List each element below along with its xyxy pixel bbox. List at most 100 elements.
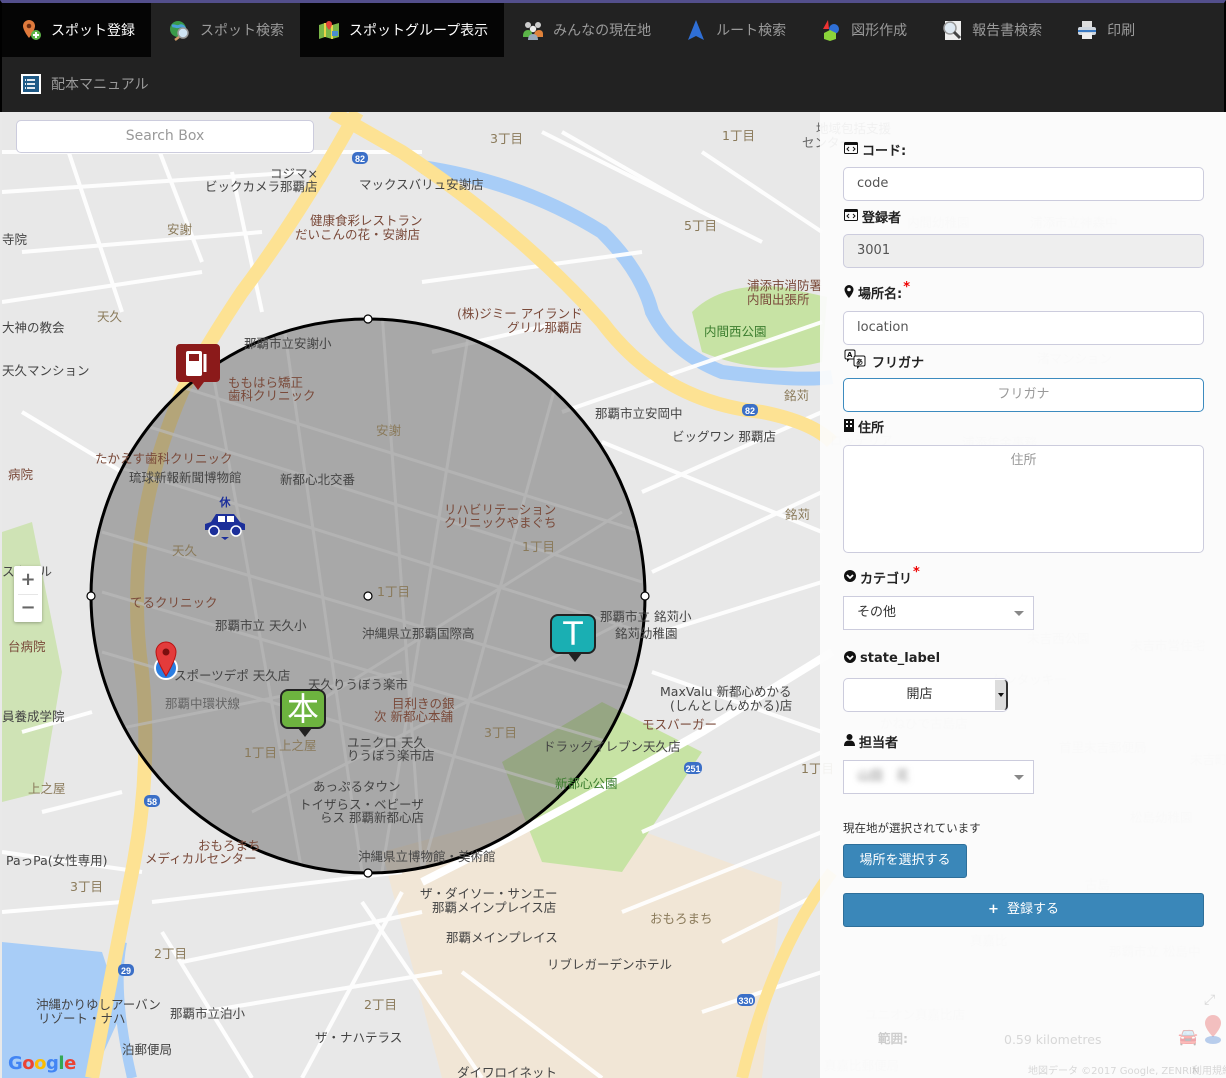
category-label: カテゴリ * xyxy=(844,565,920,587)
svg-text:29: 29 xyxy=(121,966,131,976)
category-select[interactable]: その他 xyxy=(843,596,1034,630)
map-place-label: だいこんの花・安謝店 xyxy=(295,227,421,242)
place-name-input[interactable]: location xyxy=(843,311,1204,345)
shapes-icon xyxy=(820,19,842,41)
svg-text:A: A xyxy=(847,351,853,359)
map-place-label: 銘苅 xyxy=(784,388,810,403)
map-place-label: あっぷるタウン xyxy=(313,779,401,794)
required-mark: * xyxy=(913,565,920,580)
zoom-divider xyxy=(18,594,38,595)
pin-icon[interactable] xyxy=(1204,1015,1222,1048)
code-label: コード: xyxy=(844,140,906,159)
map-place-label: 天久 xyxy=(97,309,123,324)
nav-spot-search[interactable]: スポット検索 xyxy=(151,3,300,57)
route-arrow-icon xyxy=(685,19,707,41)
nav-manual[interactable]: 配本マニュアル xyxy=(2,57,165,111)
map-place-label: 那覇メインプレイス店 xyxy=(432,900,557,915)
svg-text:251: 251 xyxy=(685,764,700,774)
current-location-pin[interactable] xyxy=(152,640,184,688)
terms-link[interactable]: 利用規約 xyxy=(1192,1062,1226,1077)
nav-row-secondary: 配本マニュアル xyxy=(2,57,1224,111)
code-icon xyxy=(844,209,858,224)
nav-spot-register[interactable]: スポット登録 xyxy=(2,3,151,57)
caret-down-icon[interactable] xyxy=(995,680,1008,710)
location-pin-icon xyxy=(154,641,178,680)
map-copyright: 地図データ ©2017 Google, ZENRIN xyxy=(1028,1066,1200,1077)
range-value: 0.59 kilometres xyxy=(1004,1032,1102,1047)
map-place-label: 上之屋 xyxy=(279,738,317,753)
teal-t-marker[interactable]: T xyxy=(550,614,596,662)
address-label: 住所 xyxy=(844,417,884,436)
caret-down-icon xyxy=(1014,775,1024,780)
map-place-label: ビックカメラ那覇店 xyxy=(205,179,318,194)
address-textarea[interactable]: 住所 xyxy=(843,445,1204,553)
map-place-label: (株)ジミー アイランド xyxy=(457,306,583,321)
nav-spot-group[interactable]: スポットグループ表示 xyxy=(300,3,505,57)
map-place-label: リブレガーデンホテル xyxy=(547,957,673,972)
state-select[interactable]: 開店 xyxy=(843,678,1008,712)
state-label: state_label xyxy=(844,651,940,666)
map-place-label: PaっPa(女性専用) xyxy=(6,853,108,868)
map-place-label: 2丁目 xyxy=(154,946,187,961)
map-place-label: 新都心北交番 xyxy=(280,472,356,487)
furigana-label: Aあ フリガナ xyxy=(844,349,924,374)
nav-shape-create[interactable]: 図形作成 xyxy=(802,3,923,57)
map-marker-icon xyxy=(844,284,854,301)
map-place-label: 歯科クリニック xyxy=(228,388,316,403)
gas-station-marker[interactable] xyxy=(174,342,222,396)
select-place-button[interactable]: 場所を選択する xyxy=(843,844,967,878)
top-navigation: スポット登録 スポット検索 スポットグループ表示 みんなの現在地 ルート検索 図… xyxy=(0,0,1226,112)
map-place-label: 浦添市消防署 xyxy=(747,278,823,293)
green-book-marker[interactable]: 本 xyxy=(280,689,326,737)
map-place-label: 天久りうぼう楽市 xyxy=(308,677,409,692)
map-place-label: 内間西公園 xyxy=(704,324,767,339)
furigana-input[interactable]: フリガナ xyxy=(843,378,1204,412)
nav-label: ルート検索 xyxy=(716,23,787,39)
nav-label: スポット検索 xyxy=(200,23,284,39)
map-place-label: スポーツデポ 天久店 xyxy=(174,668,291,683)
map-place-label: (しんとしんめかる)店 xyxy=(670,698,793,713)
map-place-label: 泊郵便局 xyxy=(122,1042,173,1057)
person-select[interactable]: 山田 花 xyxy=(843,760,1034,794)
map-place-label: 安謝 xyxy=(376,423,402,438)
zoom-out-button[interactable]: − xyxy=(14,594,42,622)
user-icon xyxy=(844,734,855,749)
map-place-label: クリニックやまぐち xyxy=(444,515,557,530)
map-search-input[interactable]: Search Box xyxy=(16,120,314,153)
nav-label: みんなの現在地 xyxy=(553,23,652,39)
map-place-label: 大神の教会 xyxy=(2,320,65,335)
spot-search-icon xyxy=(169,19,191,41)
map-place-label: 天久 xyxy=(172,543,198,558)
nav-row-primary: スポット登録 スポット検索 スポットグループ表示 みんなの現在地 ルート検索 図… xyxy=(2,3,1224,57)
register-button[interactable]: + 登録する xyxy=(843,893,1204,927)
chevron-circle-down-icon xyxy=(844,651,856,666)
nav-report-search[interactable]: 報告書検索 xyxy=(923,3,1058,57)
map-place-label: ザ・ダイソー・サンエー xyxy=(420,886,558,901)
fullscreen-icon[interactable]: ⤢ xyxy=(1204,992,1215,1008)
code-input[interactable]: code xyxy=(843,167,1204,201)
report-search-icon xyxy=(941,19,963,41)
spot-register-icon xyxy=(20,19,42,41)
place-name-label: 場所名: * xyxy=(844,280,910,302)
registrant-label: 登録者 xyxy=(844,207,901,226)
nav-route-search[interactable]: ルート検索 xyxy=(667,3,802,57)
car-icon[interactable]: 🚘 xyxy=(1178,1027,1198,1046)
map-place-label: ビッグワン 那覇店 xyxy=(672,429,776,444)
map-place-label: 那覇市立安謝小 xyxy=(244,336,332,351)
taxi-marker[interactable]: 休 xyxy=(202,494,248,544)
map-place-label: 1丁目 xyxy=(377,584,410,599)
map-place-label: 台病院 xyxy=(8,639,46,654)
map-place-label: マックスバリュ安謝店 xyxy=(359,177,484,192)
code-icon xyxy=(844,142,858,157)
svg-text:330: 330 xyxy=(738,996,753,1006)
chevron-circle-down-icon xyxy=(844,570,856,585)
nav-people-location[interactable]: みんなの現在地 xyxy=(504,3,667,57)
zoom-in-button[interactable]: + xyxy=(14,566,42,594)
nav-label: スポット登録 xyxy=(51,23,135,39)
google-logo: Google xyxy=(8,1053,76,1074)
taxi-car-icon xyxy=(205,514,245,540)
map-place-label: 5丁目 xyxy=(684,218,717,233)
nav-print[interactable]: 印刷 xyxy=(1058,3,1151,57)
nav-label: スポットグループ表示 xyxy=(349,23,489,39)
map-zoom-control: + − xyxy=(14,566,42,622)
